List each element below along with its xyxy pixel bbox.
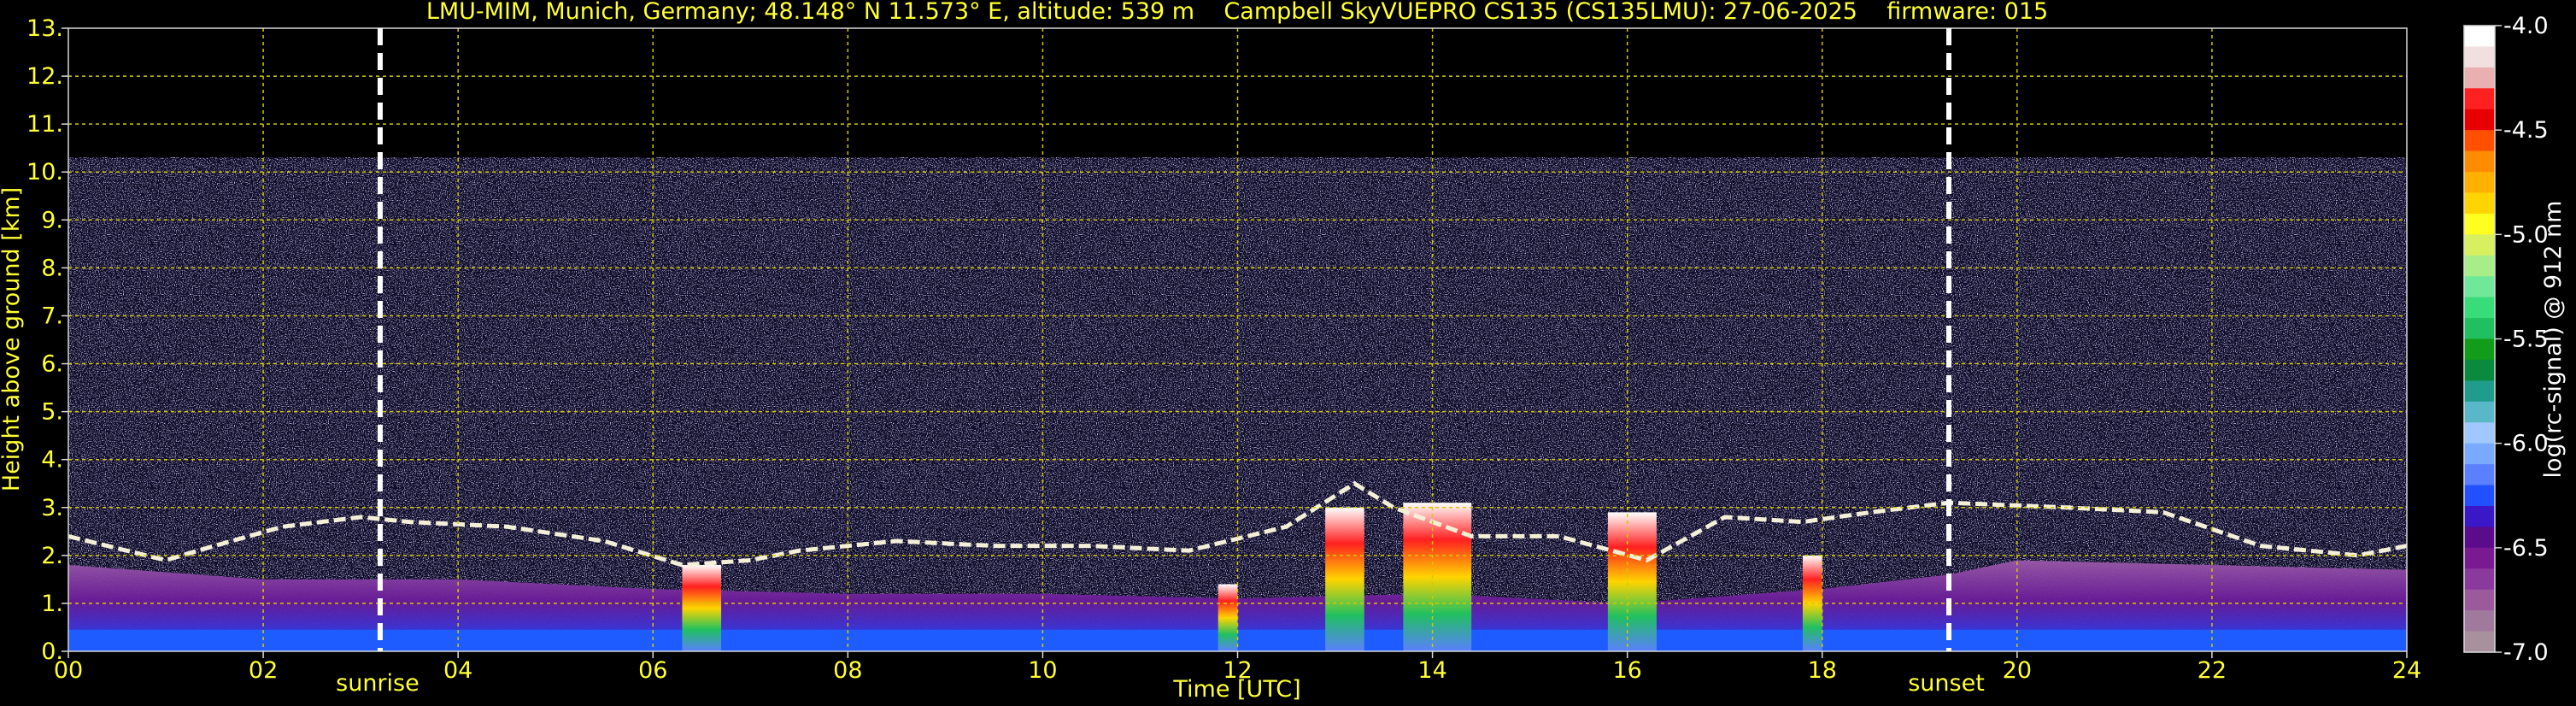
- colorbar-swatch: [2464, 589, 2495, 611]
- colorbar-swatch: [2464, 88, 2495, 110]
- colorbar-swatch: [2464, 172, 2495, 194]
- colorbar-swatch: [2464, 443, 2495, 465]
- colorbar-swatch: [2464, 318, 2495, 340]
- y-axis-ticks: 0. 1. 2. 3. 4. 5. 6. 7. 8. 9. 10. 11. 12. 13.: [26, 15, 68, 665]
- y-tick-label: 8.: [41, 255, 63, 281]
- ceilometer-chart: sunrise sunset 00 02 04 06 08 10 12 14 16 18 20 22 24…: [0, 0, 2567, 703]
- colorbar-swatch: [2464, 380, 2495, 403]
- y-tick-label: 11.: [26, 111, 63, 138]
- colorbar-tick-label: -7.0: [2503, 639, 2549, 666]
- x-tick-label: 08: [833, 657, 862, 684]
- precipitation-column: [682, 565, 722, 651]
- colorbar-swatch: [2464, 109, 2495, 131]
- x-tick-label: 18: [1808, 657, 1837, 684]
- colorbar-swatch: [2464, 67, 2495, 89]
- colorbar-swatch: [2464, 505, 2495, 527]
- colorbar-swatch: [2464, 422, 2495, 444]
- sun-marker-label: sunset: [1908, 670, 1985, 697]
- y-tick-label: 0.: [41, 638, 63, 665]
- y-tick-label: 2.: [41, 543, 63, 569]
- x-tick-label: 14: [1417, 657, 1446, 684]
- y-tick-label: 3.: [41, 495, 63, 521]
- precipitation-column: [1325, 507, 1364, 651]
- colorbar-swatch: [2464, 338, 2495, 361]
- y-tick-label: 13.: [26, 15, 63, 42]
- x-tick-label: 10: [1028, 657, 1057, 684]
- y-tick-label: 12.: [26, 63, 63, 90]
- colorbar-swatch: [2464, 547, 2495, 569]
- colorbar-swatch: [2464, 359, 2495, 381]
- colorbar-swatch: [2464, 631, 2495, 653]
- colorbar-swatch: [2464, 297, 2495, 319]
- colorbar-swatch: [2464, 464, 2495, 486]
- colorbar-swatch: [2464, 192, 2495, 215]
- x-tick-label: 22: [2198, 657, 2227, 684]
- precipitation-column: [1218, 584, 1238, 651]
- colorbar-swatch: [2464, 26, 2495, 48]
- colorbar-label: log(rc-signal) @ 912 nm: [2540, 201, 2567, 479]
- y-tick-label: 9.: [41, 207, 63, 233]
- colorbar-swatch: [2464, 46, 2495, 68]
- y-tick-label: 6.: [41, 351, 63, 378]
- x-tick-label: 20: [2003, 657, 2032, 684]
- sun-marker-label: sunrise: [336, 670, 420, 697]
- colorbar-swatch: [2464, 150, 2495, 173]
- y-tick-label: 4.: [41, 447, 63, 474]
- colorbar-swatch: [2464, 610, 2495, 632]
- colorbar-swatch: [2464, 213, 2495, 235]
- y-tick-label: 5.: [41, 399, 63, 426]
- y-tick-label: 7.: [41, 303, 63, 329]
- y-axis-label: Height above ground [km]: [0, 187, 25, 491]
- colorbar: -4.0-4.5-5.0-5.5-6.0-6.5-7.0 log(rc-sign…: [2463, 13, 2567, 666]
- colorbar-tick-label: -4.5: [2503, 117, 2549, 144]
- colorbar-tick-label: -4.0: [2503, 13, 2549, 39]
- colorbar-swatch: [2464, 527, 2495, 549]
- colorbar-swatch: [2464, 130, 2495, 152]
- colorbar-swatch: [2464, 255, 2495, 277]
- x-tick-label: 06: [638, 657, 667, 684]
- x-axis-label: Time [UTC]: [1172, 676, 1300, 703]
- colorbar-swatches: [2464, 26, 2495, 653]
- x-tick-label: 02: [249, 657, 278, 684]
- colorbar-swatch: [2464, 234, 2495, 256]
- x-tick-label: 24: [2392, 657, 2421, 684]
- colorbar-swatch: [2464, 276, 2495, 298]
- y-tick-label: 10.: [26, 159, 63, 185]
- colorbar-swatch: [2464, 401, 2495, 423]
- chart-title: LMU-MIM, Munich, Germany; 48.148° N 11.5…: [426, 0, 2048, 25]
- x-tick-label: 16: [1612, 657, 1641, 684]
- x-tick-label: 04: [443, 657, 472, 684]
- colorbar-tick-label: -6.5: [2503, 535, 2549, 562]
- plot-area: sunrise sunset: [67, 27, 2408, 697]
- precipitation-column: [1607, 512, 1657, 651]
- colorbar-swatch: [2464, 485, 2495, 507]
- y-tick-label: 1.: [41, 591, 63, 617]
- colorbar-swatch: [2464, 568, 2495, 591]
